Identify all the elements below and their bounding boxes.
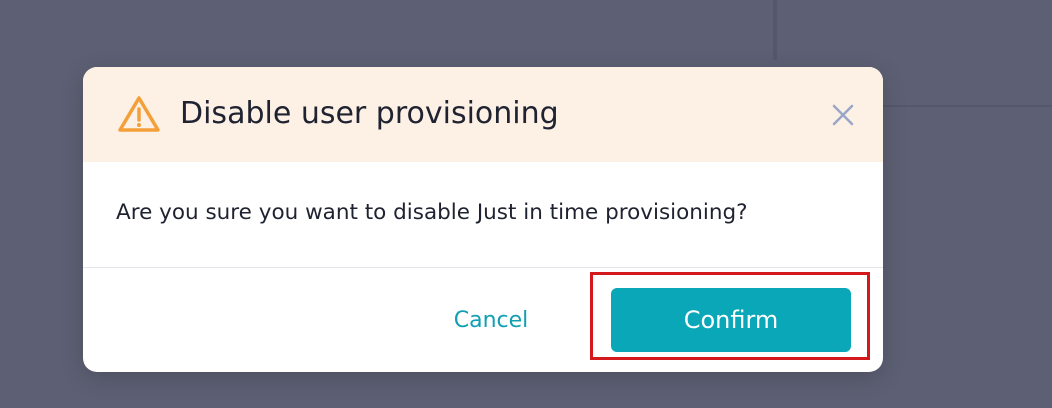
background-divider bbox=[773, 0, 777, 60]
footer-divider bbox=[83, 267, 883, 268]
confirmation-dialog: Disable user provisioning Are you sure y… bbox=[83, 67, 883, 372]
background-divider bbox=[880, 105, 1052, 107]
dialog-message: Are you sure you want to disable Just in… bbox=[116, 200, 748, 225]
dialog-title: Disable user provisioning bbox=[180, 96, 559, 131]
dialog-header: Disable user provisioning bbox=[83, 67, 883, 162]
cancel-button[interactable]: Cancel bbox=[433, 291, 549, 349]
confirm-button[interactable]: Confirm bbox=[611, 288, 851, 352]
close-icon[interactable] bbox=[829, 101, 857, 129]
dialog-body: Are you sure you want to disable Just in… bbox=[83, 162, 883, 267]
warning-triangle-icon bbox=[118, 96, 160, 132]
